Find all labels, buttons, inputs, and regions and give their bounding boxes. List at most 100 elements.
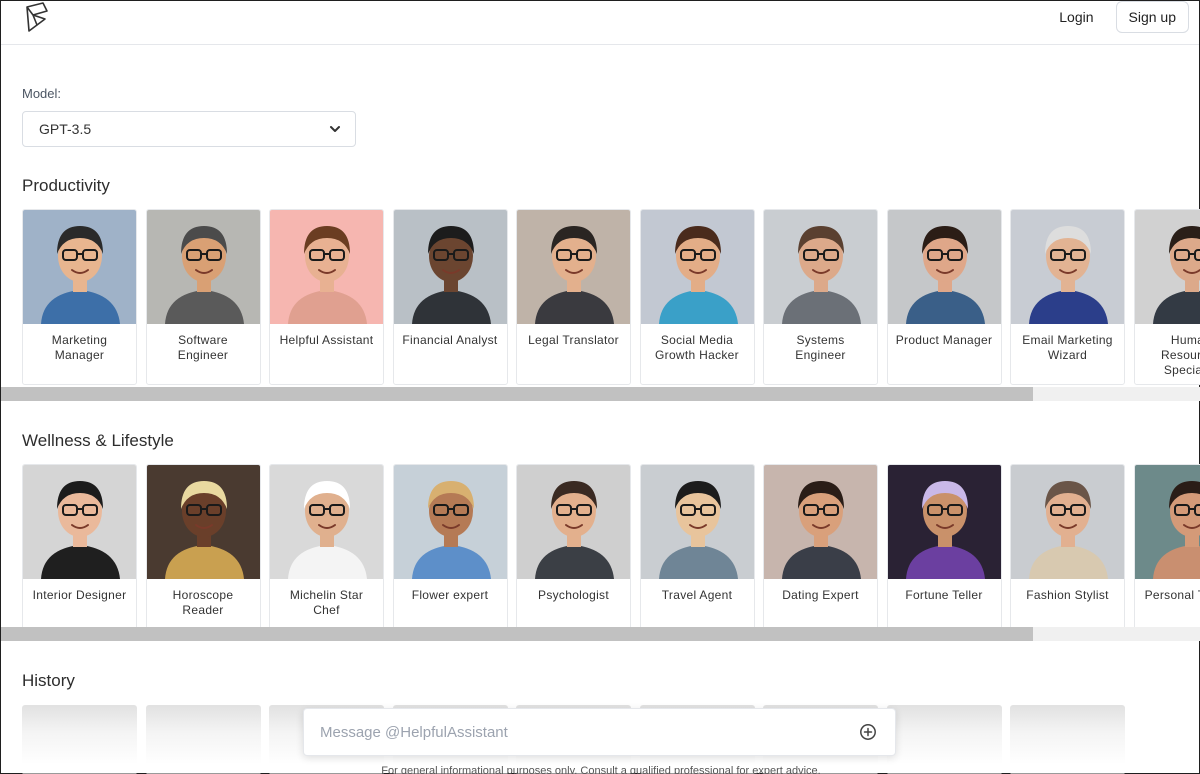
add-circle-icon[interactable] (859, 723, 877, 741)
top-actions: Login Sign up (1051, 0, 1189, 33)
avatar (23, 210, 136, 324)
avatar-image (764, 465, 877, 579)
history-card[interactable] (22, 705, 137, 774)
assistant-card-email-marketing-wizard[interactable]: Email Marketing Wizard (1010, 209, 1125, 385)
logo-icon[interactable] (23, 1, 51, 33)
card-label: Psychologist (538, 588, 609, 602)
avatar-image (640, 210, 754, 324)
avatar (270, 210, 383, 324)
card-label: Helpful Assistant (279, 333, 374, 347)
assistant-card-fashion-stylist[interactable]: Fashion Stylist (1010, 464, 1125, 640)
assistant-card-software-engineer[interactable]: Software Engineer (145, 209, 261, 385)
avatar (1134, 465, 1200, 579)
avatar (764, 210, 877, 324)
avatar (146, 465, 260, 579)
avatar (23, 465, 136, 579)
card-label: Systems Engineer (795, 333, 846, 362)
avatar-image (640, 465, 754, 579)
avatar-image (1011, 210, 1124, 324)
card-label: Horoscope Reader (172, 588, 234, 617)
card-label: Email Marketing Wizard (1022, 333, 1113, 362)
avatar-image (887, 210, 1001, 324)
assistant-card-financial-analyst[interactable]: Financial Analyst (392, 209, 508, 385)
assistant-card-michelin-star-chef[interactable]: Michelin Star Chef (269, 464, 384, 640)
avatar (1011, 465, 1124, 579)
avatar (764, 465, 877, 579)
assistant-card-product-manager[interactable]: Product Manager (886, 209, 1002, 385)
productivity-scrollbar[interactable] (1, 387, 1200, 401)
avatar (887, 465, 1001, 579)
assistant-card-human-resources-specialist[interactable]: Human Resources Specialist (1133, 209, 1200, 385)
avatar (393, 465, 507, 579)
assistant-card-horoscope-reader[interactable]: Horoscope Reader (145, 464, 261, 640)
productivity-carousel[interactable]: Marketing Manager Software Engineer Helpfu… (22, 209, 1200, 387)
card-label: Personal Trainer (1144, 588, 1200, 602)
avatar-image (1134, 210, 1200, 324)
history-card[interactable] (1010, 705, 1125, 774)
avatar (1011, 210, 1124, 324)
assistant-card-legal-translator[interactable]: Legal Translator (516, 209, 631, 385)
message-composer (303, 708, 896, 756)
avatar-image (393, 210, 507, 324)
avatar (1134, 210, 1200, 324)
card-label: Social Media Growth Hacker (655, 333, 739, 362)
card-label: Product Manager (895, 333, 993, 347)
disclaimer-text: For general informational purposes only.… (381, 765, 821, 774)
avatar (517, 210, 630, 324)
card-label: Interior Designer (32, 588, 127, 602)
message-input[interactable] (320, 723, 820, 741)
scrollbar-thumb[interactable] (1, 627, 1033, 641)
avatar-image (393, 465, 507, 579)
login-link[interactable]: Login (1051, 3, 1101, 31)
avatar-image (270, 465, 383, 579)
card-label: Flower expert (411, 588, 489, 602)
model-selected-value: GPT-3.5 (39, 121, 92, 137)
section-title-wellness: Wellness & Lifestyle (22, 431, 174, 450)
assistant-card-systems-engineer[interactable]: Systems Engineer (763, 209, 878, 385)
card-label: Marketing Manager (51, 333, 108, 362)
avatar-image (23, 465, 136, 579)
assistant-card-dating-expert[interactable]: Dating Expert (763, 464, 878, 640)
assistant-card-psychologist[interactable]: Psychologist (516, 464, 631, 640)
scrollbar-thumb[interactable] (1, 387, 1033, 401)
wellness-carousel[interactable]: Interior Designer Horoscope Reader Micheli… (22, 464, 1200, 642)
avatar (640, 465, 754, 579)
assistant-card-flower-expert[interactable]: Flower expert (392, 464, 508, 640)
avatar (393, 210, 507, 324)
card-label: Fortune Teller (905, 588, 983, 602)
card-label: Michelin Star Chef (289, 588, 364, 617)
card-label: Dating Expert (782, 588, 859, 602)
assistant-card-marketing-manager[interactable]: Marketing Manager (22, 209, 137, 385)
model-select[interactable]: GPT-3.5 (22, 111, 356, 147)
signup-button[interactable]: Sign up (1115, 0, 1189, 33)
avatar (146, 210, 260, 324)
avatar (887, 210, 1001, 324)
card-label: Legal Translator (528, 333, 619, 347)
assistant-card-personal-trainer[interactable]: Personal Trainer (1133, 464, 1200, 640)
card-label: Human Resources Specialist (1160, 333, 1200, 377)
history-card[interactable] (145, 705, 261, 774)
avatar-image (517, 465, 630, 579)
avatar (270, 465, 383, 579)
model-label: Model: (22, 86, 62, 101)
card-label: Software Engineer (177, 333, 229, 362)
avatar-image (517, 210, 630, 324)
avatar-image (23, 210, 136, 324)
avatar-image (1134, 465, 1200, 579)
avatar-image (764, 210, 877, 324)
card-label: Fashion Stylist (1026, 588, 1109, 602)
assistant-card-social-media-growth-hacker[interactable]: Social Media Growth Hacker (639, 209, 755, 385)
wellness-scrollbar[interactable] (1, 627, 1200, 641)
history-card[interactable] (886, 705, 1002, 774)
assistant-card-fortune-teller[interactable]: Fortune Teller (886, 464, 1002, 640)
assistant-card-travel-agent[interactable]: Travel Agent (639, 464, 755, 640)
assistant-card-interior-designer[interactable]: Interior Designer (22, 464, 137, 640)
avatar-image (270, 210, 383, 324)
card-label: Financial Analyst (402, 333, 498, 347)
avatar (640, 210, 754, 324)
chevron-down-icon (330, 126, 340, 132)
section-title-productivity: Productivity (22, 176, 110, 195)
avatar-image (887, 465, 1001, 579)
assistant-card-helpful-assistant[interactable]: Helpful Assistant (269, 209, 384, 385)
avatar-image (1011, 465, 1124, 579)
